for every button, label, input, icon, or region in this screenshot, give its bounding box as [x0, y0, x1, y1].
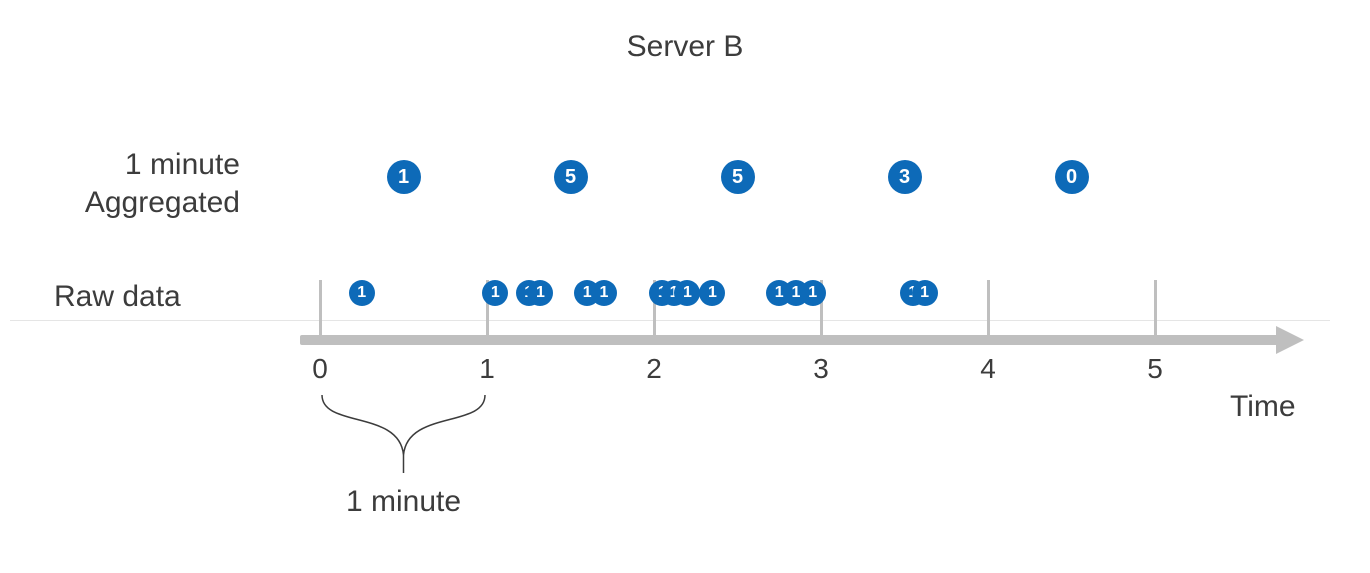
raw-marker: 1	[699, 280, 725, 306]
aggregated-row-label: 1 minute Aggregated	[30, 146, 240, 221]
axis-tick-label: 5	[1147, 353, 1163, 385]
raw-marker: 1	[527, 280, 553, 306]
axis-tick-label: 3	[813, 353, 829, 385]
axis-line	[300, 335, 1280, 345]
axis-caption: Time	[1230, 390, 1296, 424]
timeline-chart: 012345Time155301111111111111111 minute	[290, 120, 1330, 540]
raw-marker: 1	[591, 280, 617, 306]
axis-tick	[987, 280, 990, 335]
axis-tick	[1154, 280, 1157, 335]
guide-line	[10, 320, 1330, 321]
axis-tick	[319, 280, 322, 335]
raw-marker: 1	[912, 280, 938, 306]
raw-marker: 1	[482, 280, 508, 306]
aggregated-label-line2: Aggregated	[85, 186, 240, 219]
axis-tick-label: 1	[479, 353, 495, 385]
axis-tick-label: 0	[312, 353, 328, 385]
aggregated-marker: 3	[888, 160, 922, 194]
aggregated-marker: 5	[721, 160, 755, 194]
aggregated-marker: 5	[554, 160, 588, 194]
diagram-title: Server B	[0, 30, 1370, 64]
raw-marker: 1	[800, 280, 826, 306]
aggregated-marker: 0	[1055, 160, 1089, 194]
axis-arrowhead-icon	[1276, 326, 1304, 354]
raw-marker: 1	[349, 280, 375, 306]
axis-tick-label: 2	[646, 353, 662, 385]
raw-marker: 1	[674, 280, 700, 306]
raw-row-label: Raw data	[54, 278, 181, 316]
interval-label: 1 minute	[346, 485, 461, 519]
aggregated-marker: 1	[387, 160, 421, 194]
axis-tick-label: 4	[980, 353, 996, 385]
aggregated-label-line1: 1 minute	[125, 148, 240, 181]
interval-brace-icon	[320, 395, 487, 475]
